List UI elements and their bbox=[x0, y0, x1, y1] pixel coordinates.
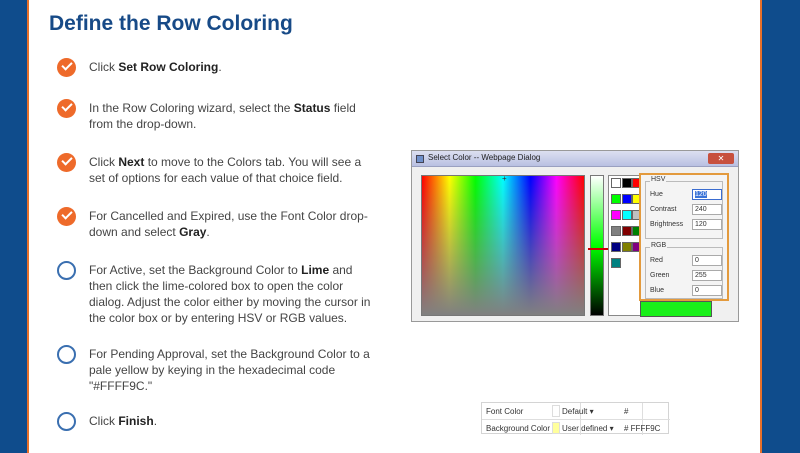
step-text-part: For Pending Approval, set the Background… bbox=[89, 347, 370, 393]
step-text-part: Click bbox=[89, 155, 119, 169]
page-title: Define the Row Coloring bbox=[49, 12, 293, 35]
color-swatch[interactable] bbox=[621, 242, 632, 252]
red-label: Red bbox=[650, 257, 663, 264]
table-row: Font Color Default ▾ # bbox=[482, 403, 670, 419]
chevron-down-icon: ▾ bbox=[589, 407, 594, 416]
check-circle-icon[interactable] bbox=[57, 99, 76, 118]
contrast-row: Contrast 240 bbox=[650, 204, 724, 215]
rgb-label: RGB bbox=[650, 242, 668, 249]
check-circle-icon[interactable] bbox=[57, 58, 76, 77]
slide: Define the Row Coloring Click Set Row Co… bbox=[27, 0, 762, 453]
step-text: Click Set Row Coloring. bbox=[89, 59, 379, 75]
red-row: Red 0 bbox=[650, 255, 724, 266]
step-text: Click Finish. bbox=[89, 413, 379, 429]
check-circle-icon[interactable] bbox=[57, 207, 76, 226]
step-bold-term: Gray bbox=[179, 225, 207, 239]
empty-circle-icon[interactable] bbox=[57, 345, 76, 364]
blue-row: Blue 0 bbox=[650, 285, 724, 296]
dropdown-value: Default bbox=[562, 407, 588, 416]
step-text: In the Row Coloring wizard, select the S… bbox=[89, 100, 379, 132]
color-swatch[interactable] bbox=[621, 178, 632, 188]
hsv-label: HSV bbox=[650, 176, 667, 183]
chevron-down-icon: ▾ bbox=[609, 424, 614, 433]
step-bold-term: Status bbox=[293, 101, 331, 115]
color-swatch[interactable] bbox=[611, 226, 621, 236]
swatch-palette bbox=[608, 175, 642, 316]
blue-label: Blue bbox=[650, 287, 665, 294]
contrast-label: Contrast bbox=[650, 206, 677, 213]
hex-input[interactable]: # bbox=[624, 407, 628, 416]
table-row: Background Color User defined ▾ # FFFF9C bbox=[482, 419, 670, 435]
step-text: Click Next to move to the Colors tab. Yo… bbox=[89, 154, 379, 186]
step-text: For Cancelled and Expired, use the Font … bbox=[89, 208, 379, 240]
color-swatch[interactable] bbox=[611, 242, 621, 252]
hue-input[interactable]: 120 bbox=[692, 189, 722, 200]
empty-circle-icon[interactable] bbox=[57, 412, 76, 431]
green-label: Green bbox=[650, 272, 670, 279]
color-swatch[interactable] bbox=[621, 210, 632, 220]
luminance-slider-handle[interactable] bbox=[588, 248, 608, 250]
hsv-rgb-panel: HSV Hue 120 Contrast 240 Brightness 120 … bbox=[639, 173, 729, 301]
color-swatch[interactable] bbox=[611, 210, 621, 220]
step-text-part: . bbox=[218, 60, 222, 74]
step-text-part: For Cancelled and Expired, use the Font … bbox=[89, 209, 368, 239]
green-input[interactable]: 255 bbox=[692, 270, 722, 281]
step-text: For Pending Approval, set the Background… bbox=[89, 346, 379, 394]
luminance-bar[interactable] bbox=[588, 175, 608, 316]
step-text-part: Click bbox=[89, 414, 119, 428]
row-label: Font Color bbox=[486, 407, 524, 416]
brightness-label: Brightness bbox=[650, 221, 684, 228]
dialog-icon bbox=[416, 155, 424, 163]
step-text-part: . bbox=[153, 414, 158, 428]
color-swatch[interactable] bbox=[552, 422, 560, 434]
hue-label: Hue bbox=[650, 191, 663, 198]
step-bold-term: Lime bbox=[301, 263, 330, 277]
hex-input[interactable]: # FFFF9C bbox=[624, 424, 660, 433]
dropdown-value: User defined bbox=[562, 424, 608, 433]
dialog-titlebar: Select Color -- Webpage Dialog ✕ bbox=[412, 151, 738, 167]
brightness-row: Brightness 120 bbox=[650, 219, 724, 230]
color-swatch[interactable] bbox=[611, 258, 621, 268]
row-label: Background Color bbox=[486, 424, 551, 433]
green-row: Green 255 bbox=[650, 270, 724, 281]
select-color-dialog: Select Color -- Webpage Dialog ✕ + HSV H… bbox=[411, 150, 739, 322]
step-bold-term: Next bbox=[118, 155, 145, 169]
check-circle-icon[interactable] bbox=[57, 153, 76, 172]
color-swatch[interactable] bbox=[621, 226, 632, 236]
step-text-part: For Active, set the Background Color to bbox=[89, 263, 302, 277]
rgb-group: RGB Red 0 Green 255 Blue 0 bbox=[645, 242, 724, 299]
color-dropdown[interactable]: Default ▾ bbox=[562, 407, 594, 416]
dialog-title: Select Color -- Webpage Dialog bbox=[428, 153, 541, 162]
color-settings-table: Font Color Default ▾ # Background Color User… bbox=[481, 402, 670, 435]
hue-row: Hue 120 bbox=[650, 189, 724, 200]
red-input[interactable]: 0 bbox=[692, 255, 722, 266]
color-swatch[interactable] bbox=[611, 178, 621, 188]
step-bold-term: Finish bbox=[118, 414, 154, 428]
color-swatch[interactable] bbox=[611, 194, 621, 204]
contrast-input[interactable]: 240 bbox=[692, 204, 722, 215]
step-text-part: In the Row Coloring wizard, select the bbox=[89, 101, 294, 115]
hsv-group: HSV Hue 120 Contrast 240 Brightness 120 bbox=[645, 176, 724, 239]
brightness-input[interactable]: 120 bbox=[692, 219, 722, 230]
color-spectrum[interactable]: + bbox=[421, 174, 585, 316]
step-text-part: Click bbox=[89, 60, 119, 74]
color-swatch[interactable] bbox=[621, 194, 632, 204]
step-text: For Active, set the Background Color to … bbox=[89, 262, 379, 326]
step-text-part: . bbox=[206, 225, 210, 239]
crosshair-icon[interactable]: + bbox=[502, 174, 507, 183]
color-swatch[interactable] bbox=[552, 405, 560, 417]
empty-circle-icon[interactable] bbox=[57, 261, 76, 280]
blue-input[interactable]: 0 bbox=[692, 285, 722, 296]
color-preview bbox=[640, 301, 712, 317]
close-icon[interactable]: ✕ bbox=[708, 153, 734, 164]
color-dropdown[interactable]: User defined ▾ bbox=[562, 424, 614, 433]
step-bold-term: Set Row Coloring bbox=[118, 60, 219, 74]
